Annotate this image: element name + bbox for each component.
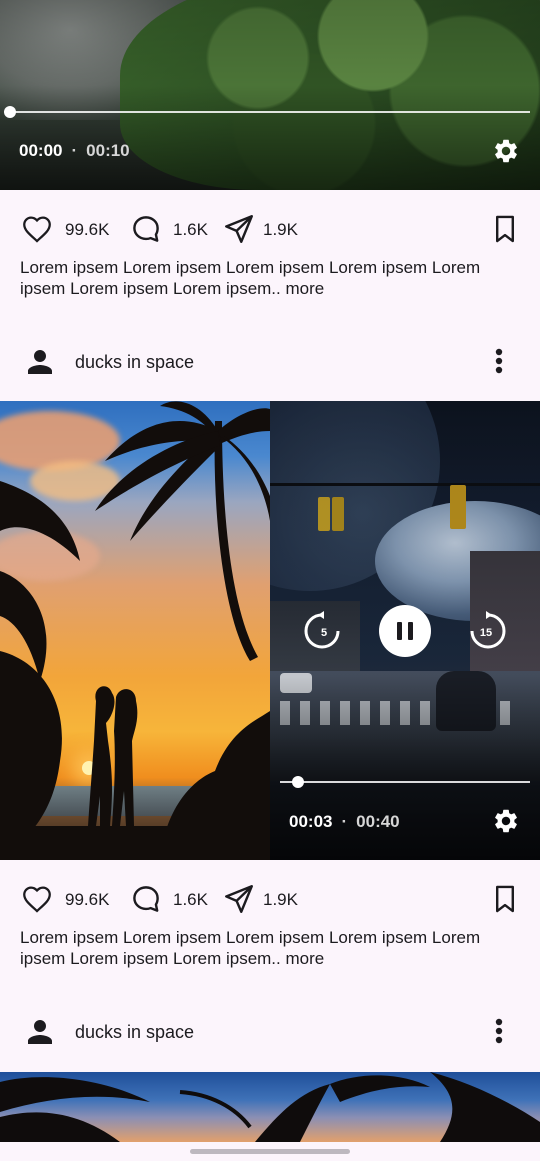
person-icon (28, 350, 52, 374)
duration: 00:40 (356, 812, 400, 831)
caption-text: Lorem ipsem Lorem ipsem Lorem ipsem Lore… (20, 258, 481, 298)
post-1-author-row: ducks in space (0, 339, 540, 383)
comment-button[interactable] (129, 212, 163, 246)
more-vert-icon (495, 348, 503, 374)
post-2-image-sunset[interactable] (0, 401, 270, 860)
video-time-display: 00:00 · 00:10 (19, 141, 130, 161)
share-button[interactable] (222, 882, 256, 916)
post-menu-button[interactable] (484, 1014, 514, 1048)
person-icon (28, 1020, 52, 1044)
post-2-video[interactable]: 5 15 00:03 · 00:40 (270, 401, 540, 860)
like-count: 99.6K (65, 890, 110, 909)
post-1-actions: 99.6K 1.6K 1.9K (0, 211, 540, 247)
comment-count: 1.6K (173, 890, 208, 909)
forward-15-icon: 15 (470, 611, 506, 649)
author-name[interactable]: ducks in space (75, 352, 194, 373)
save-button[interactable] (488, 212, 522, 246)
palm-silhouette (0, 401, 270, 860)
video-settings-button[interactable] (491, 806, 521, 836)
send-icon (225, 885, 253, 913)
rewind-seconds: 5 (321, 627, 327, 639)
bookmark-outline-icon (496, 885, 514, 913)
gear-icon (495, 139, 517, 163)
heart-outline-icon (23, 216, 51, 243)
more-vert-icon (495, 1018, 503, 1044)
post-1-caption: Lorem ipsem Lorem ipsem Lorem ipsem Lore… (20, 257, 520, 299)
time-separator: · (341, 812, 348, 831)
bookmark-outline-icon (496, 215, 514, 243)
post-2-media: 5 15 00:03 · 00:40 (0, 401, 540, 860)
send-icon (225, 215, 253, 243)
author-avatar[interactable] (22, 344, 58, 380)
seek-bar-thumb[interactable] (4, 106, 16, 118)
comment-button[interactable] (129, 882, 163, 916)
seek-bar-thumb[interactable] (292, 776, 304, 788)
more-link[interactable]: more (286, 279, 325, 298)
more-link[interactable]: more (286, 949, 325, 968)
rewind-button[interactable]: 5 (304, 611, 344, 651)
current-time: 00:00 (19, 141, 63, 160)
share-count: 1.9K (263, 220, 298, 239)
post-2-actions: 99.6K 1.6K 1.9K (0, 881, 540, 917)
time-separator: · (71, 141, 78, 160)
author-name[interactable]: ducks in space (75, 1022, 194, 1043)
post-1-video[interactable]: 00:00 · 00:10 (0, 0, 540, 190)
like-count: 99.6K (65, 220, 110, 239)
post-3-media[interactable] (0, 1072, 540, 1142)
caption-text: Lorem ipsem Lorem ipsem Lorem ipsem Lore… (20, 928, 481, 968)
current-time: 00:03 (289, 812, 333, 831)
post-2-caption: Lorem ipsem Lorem ipsem Lorem ipsem Lore… (20, 927, 520, 969)
comment-bubble-icon (133, 886, 159, 912)
heart-outline-icon (23, 886, 51, 913)
comment-count: 1.6K (173, 220, 208, 239)
save-button[interactable] (488, 882, 522, 916)
post-menu-button[interactable] (484, 344, 514, 378)
pause-button[interactable] (379, 605, 431, 657)
share-count: 1.9K (263, 890, 298, 909)
duration: 00:10 (86, 141, 130, 160)
like-button[interactable] (20, 212, 54, 246)
share-button[interactable] (222, 212, 256, 246)
video-overlay-shade (0, 0, 540, 190)
video-time-display: 00:03 · 00:40 (289, 812, 400, 832)
forward-button[interactable]: 15 (466, 611, 506, 651)
author-avatar[interactable] (22, 1014, 58, 1050)
pause-icon (397, 622, 413, 640)
video-settings-button[interactable] (491, 136, 521, 166)
home-indicator[interactable] (190, 1149, 350, 1154)
comment-bubble-icon (133, 216, 159, 242)
seek-bar-track[interactable] (280, 781, 530, 783)
replay-5-icon: 5 (304, 611, 340, 649)
seek-bar-track[interactable] (10, 111, 530, 113)
palm-silhouette (0, 1072, 540, 1142)
gear-icon (495, 809, 517, 833)
like-button[interactable] (20, 882, 54, 916)
forward-seconds: 15 (480, 627, 492, 639)
post-2-author-row: ducks in space (0, 1009, 540, 1053)
